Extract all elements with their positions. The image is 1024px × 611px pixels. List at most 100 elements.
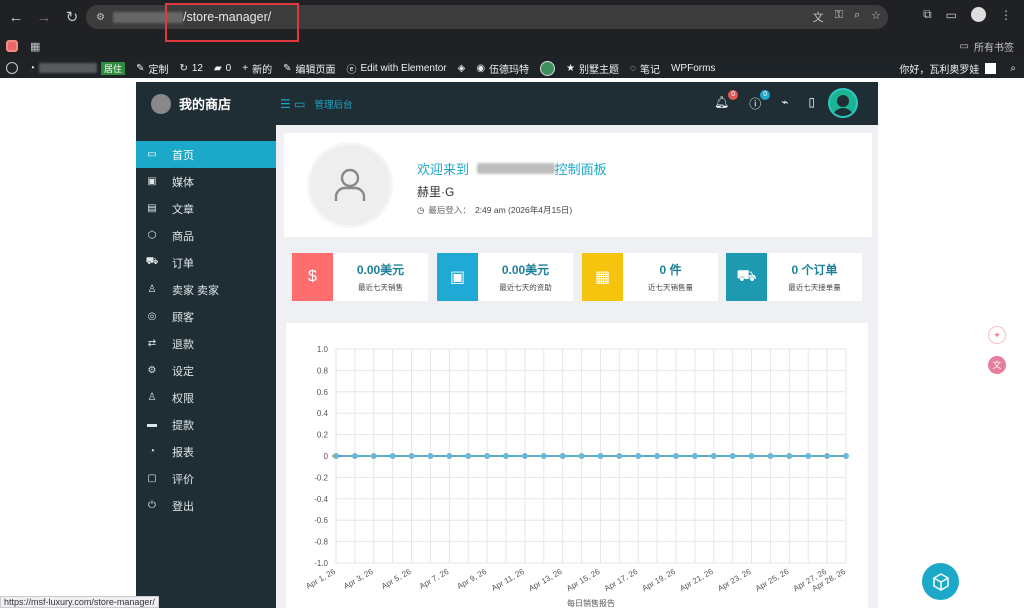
woodmart-item[interactable]: ◉ 伍德玛特 [476, 61, 529, 76]
stat-card[interactable]: $0.00美元 最近七天销售 [292, 253, 428, 301]
stat-value: 0 件 [659, 263, 682, 277]
data-point [503, 453, 509, 459]
welcome-title: 欢迎来到 控制面板 [417, 159, 607, 178]
star-icon: ★ [566, 62, 576, 74]
sidebar-item-6[interactable]: ◎ 顾客 [136, 303, 276, 330]
store-name: 我的商店 [179, 97, 232, 112]
x-tick-label: Apr 13, 26 [527, 567, 564, 594]
customize-item[interactable]: ✎ 定制 [136, 61, 168, 76]
widget-sparkle-icon[interactable]: ✦ [988, 326, 1006, 344]
user-avatar-icon[interactable] [985, 63, 997, 74]
sidebar-item-label: 订单 [172, 257, 194, 270]
zoom-icon[interactable]: ⌕ [854, 9, 860, 25]
sidebar-item-1[interactable]: ▣ 媒体 [136, 168, 276, 195]
sidebar-item-13[interactable]: ⏻ 登出 [136, 492, 276, 519]
x-tick-label: Apr 9, 26 [455, 567, 488, 591]
welcome-prefix: 欢迎来到 [417, 162, 470, 177]
data-point [748, 453, 755, 459]
theme-item[interactable]: ★ 别墅主题 [566, 61, 619, 76]
dollar-icon: $ [292, 253, 333, 301]
sidebar-item-label: 提款 [172, 419, 194, 432]
updates-item[interactable]: ↻ 12 [179, 63, 203, 74]
elementor-label: Edit with Elementor [360, 62, 447, 74]
translate-icon[interactable]: 文 [813, 9, 824, 25]
user-profile-avatar[interactable] [828, 88, 858, 118]
data-point [578, 453, 585, 459]
book-icon[interactable]: ▯ [808, 95, 815, 112]
user-avatar [307, 142, 393, 228]
wp-admin-bar: ◔ 居住 ✎ 定制 ↻ 12 ▰ 0 + 新的 ✎ 编辑页面 ⓔ Edit with Ele… [0, 58, 1024, 78]
welcome-suffix: 控制面板 [554, 162, 607, 177]
stat-card[interactable]: ▣ 0.00美元 最近七天的资助 [437, 253, 573, 301]
comment-icon: ▢ [147, 473, 157, 484]
apps-grid-icon[interactable]: ▦ [30, 40, 40, 53]
pie-chart-icon: ◔ [148, 446, 156, 457]
menu-toggle[interactable]: ☰ ▭ [280, 97, 305, 111]
sidebar-item-label: 评价 [172, 473, 194, 486]
all-bookmarks[interactable]: ▭ 所有书签 [960, 39, 1014, 54]
sidebar-item-0[interactable]: ▭ 首页 [136, 141, 276, 168]
menu-icon[interactable]: ⋮ [1000, 8, 1012, 22]
reload-icon[interactable]: ↻ [58, 3, 86, 31]
live-badge: 居住 [101, 61, 126, 75]
profile-avatar[interactable] [971, 7, 986, 22]
plus-icon: + [242, 62, 249, 74]
megaphone-icon[interactable]: ⌁ [781, 95, 788, 112]
chat-icon: ◌ [630, 62, 636, 74]
stat-card[interactable]: ▦ 0 件近七天销售量 [582, 253, 718, 301]
elementor-item[interactable]: ⓔ Edit with Elementor [346, 61, 446, 76]
comments-item[interactable]: ▰ 0 [214, 63, 231, 74]
wpforms-item[interactable]: WPForms [671, 63, 715, 74]
data-point [559, 453, 566, 459]
new-item[interactable]: + 新的 [242, 61, 272, 76]
cart-plus-icon: ⛟ [726, 253, 767, 301]
edit-page-item[interactable]: ✎ 编辑页面 [283, 61, 335, 76]
bookmark-star-icon[interactable]: ☆ [871, 9, 881, 25]
forward-icon[interactable]: → [30, 3, 58, 31]
extensions-icon[interactable]: ⧉ [923, 7, 932, 22]
stat-card[interactable]: ⛟ 0 个订单 最近七天接单量 [726, 253, 862, 301]
site-info-icon[interactable]: ⚙ [96, 12, 105, 23]
notes-label: 笔记 [639, 64, 660, 76]
sidebar-item-3[interactable]: ⬡ 商品 [136, 222, 276, 249]
sidebar: ▭ 首页 ▣ 媒体 ▤ 文章 ⬡ 商品 ⛟ 订单 ♙ 卖家 卖家 ◎ 顾客 ⇄ 退款 ⚙ 设定 ♙ 权限 ▬ 提款 ◔ 报表 ▢… [136, 125, 276, 608]
plugin-badge-item[interactable] [540, 60, 556, 76]
diamond-item[interactable]: ◈ [458, 63, 466, 74]
key-icon[interactable]: ⚿ [835, 9, 843, 25]
sidebar-item-11[interactable]: ◔ 报表 [136, 438, 276, 465]
widget-translate-icon[interactable]: 文 [988, 356, 1006, 374]
data-point [654, 453, 661, 459]
back-icon[interactable]: ← [2, 3, 30, 31]
sidebar-item-10[interactable]: ▬ 提款 [136, 411, 276, 438]
help-icon[interactable]: ⓘ 0 [749, 90, 771, 112]
data-point [597, 453, 604, 459]
sidebar-item-8[interactable]: ⚙ 设定 [136, 357, 276, 384]
data-point [786, 453, 793, 459]
sidebar-item-7[interactable]: ⇄ 退款 [136, 330, 276, 357]
admin-link[interactable]: 管理后台 [314, 97, 352, 111]
sidebar-item-2[interactable]: ▤ 文章 [136, 195, 276, 222]
data-point [408, 453, 415, 459]
sidebar-item-5[interactable]: ♙ 卖家 卖家 [136, 276, 276, 303]
data-point [446, 453, 453, 459]
pencil-icon: ✎ [283, 62, 292, 74]
notification-bell-icon[interactable]: 🔔︎ 0 [714, 90, 739, 112]
search-icon[interactable]: ⌕ [1010, 63, 1016, 74]
x-tick-label: Apr 3, 26 [342, 567, 375, 591]
data-point [805, 453, 812, 459]
cast-icon[interactable]: ▭ [946, 8, 957, 22]
monitor-icon: ▭ [147, 149, 157, 160]
greeting-label[interactable]: 你好，瓦利奥罗娃 [899, 61, 979, 76]
store-logo[interactable]: 我的商店 [136, 82, 276, 125]
sidebar-item-12[interactable]: ▢ 评价 [136, 465, 276, 492]
sidebar-item-4[interactable]: ⛟ 订单 [136, 249, 276, 276]
blurred-site-name [39, 63, 98, 73]
sidebar-item-label: 首页 [172, 149, 194, 162]
site-name-item[interactable]: ◔ 居住 [29, 61, 126, 75]
sidebar-item-9[interactable]: ♙ 权限 [136, 384, 276, 411]
tab-group-icon[interactable] [6, 40, 18, 52]
wordpress-logo-icon[interactable] [6, 62, 18, 74]
floating-box-button[interactable] [922, 563, 959, 600]
notes-item[interactable]: ◌ 笔记 [630, 61, 660, 76]
sidebar-item-label: 顾客 [172, 311, 194, 324]
